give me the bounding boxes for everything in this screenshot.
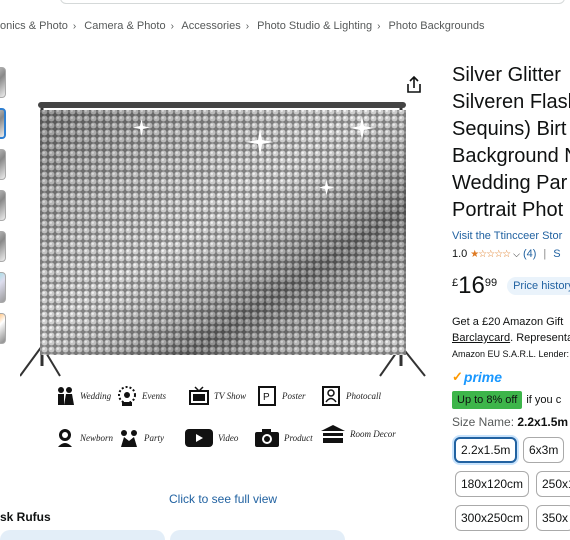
rating-count-link[interactable]: (4) [523,248,536,260]
chevron-right-icon: › [377,21,381,32]
usage-item: Party [118,427,164,449]
price-fraction: 99 [484,277,498,289]
chevron-right-icon: › [170,21,174,32]
store-link[interactable]: Visit the Ttincceer Stor [452,230,570,242]
breadcrumb-item[interactable]: Camera & Photo [84,20,165,32]
chevron-right-icon: › [72,21,77,32]
usage-item: Video [184,427,238,449]
divider: | [543,248,547,260]
product-main-image[interactable] [20,66,430,381]
price-row: £ 16 99 Price history [452,274,570,298]
usage-item: Room Decor [320,423,396,445]
see-full-view-link[interactable]: Click to see full view [169,492,277,506]
thumbnail[interactable] [0,67,6,98]
size-option[interactable]: 350x [536,505,570,531]
star-rating-icon[interactable]: ★☆☆☆☆ [470,249,511,260]
baby-icon [58,429,72,447]
top-search-bar [0,0,570,14]
svg-text:P: P [263,392,270,403]
size-option[interactable]: 6x3m [523,437,565,463]
size-option[interactable]: 250x1 [536,471,570,497]
usage-item: P Poster [256,385,306,407]
barclaycard-offer: Barclaycard. Representa [452,332,570,344]
rufus-suggestions [0,530,350,540]
thumbnail-strip [0,67,6,354]
rating-value: 1.0 [452,248,468,260]
share-icon[interactable] [403,74,425,96]
suggestion-chip[interactable] [170,530,345,540]
photocall-icon [322,386,340,406]
thumbnail[interactable] [0,190,6,221]
thumbnail[interactable] [0,272,6,303]
thumbnail[interactable] [0,149,6,180]
size-name-label: Size Name: 2.2x1.5m [452,415,569,429]
usage-item: Product [254,427,313,449]
ask-rufus-heading: sk Rufus [0,510,51,524]
thumbnail-selected[interactable] [0,108,6,139]
fireworks-icon [118,386,136,406]
room-icon [321,425,345,443]
size-options: 2.2x1.5m 6x3m 180x120cm 250x1 300x250cm … [452,435,570,540]
thumbnail[interactable] [0,231,6,262]
product-title: Silver Glitter Silveren Flash Sequins) B… [452,64,570,221]
selected-size: 2.2x1.5m [517,415,569,429]
thumbnail[interactable] [0,313,6,344]
usage-item: Newborn [54,427,113,449]
breadcrumb: onics & Photo › Camera & Photo › Accessori… [0,20,485,38]
prime-badge: ✓ prime [452,369,503,385]
camera-icon [255,429,279,447]
search-field-edge[interactable] [60,0,565,4]
size-option-selected[interactable]: 2.2x1.5m [454,437,518,463]
tv-icon [189,386,209,405]
usage-item: Wedding [54,385,111,407]
prime-check-icon: ✓ [452,369,463,384]
usage-item: Events [116,385,166,407]
price-history-button[interactable]: Price history [507,277,570,295]
price-whole: 16 [458,272,485,299]
poster-icon: P [258,386,276,406]
lender-note: Amazon EU S.A.R.L. Lender: [452,349,570,359]
size-option[interactable]: 300x250cm [455,505,530,531]
size-option[interactable]: 180x120cm [455,471,530,497]
party-icon [121,430,137,447]
chevron-right-icon: › [245,21,250,32]
deal-badge: Up to 8% off [452,391,523,409]
rating-row: 1.0 ★☆☆☆☆ ⌵ (4) | S [452,248,570,260]
couple-icon [58,387,74,405]
breadcrumb-item[interactable]: Photo Studio & Lighting [257,20,372,32]
chevron-down-icon[interactable]: ⌵ [513,249,520,260]
usage-item: Photocall [320,385,381,407]
breadcrumb-item[interactable]: Accessories [181,20,240,32]
product-info: Silver Glitter Silveren Flash Sequins) B… [452,62,570,540]
suggestion-chip[interactable] [0,530,165,540]
breadcrumb-item[interactable]: Photo Backgrounds [389,20,485,32]
barclaycard-link[interactable]: Barclaycard [452,332,510,344]
video-play-icon [185,429,213,447]
breadcrumb-item[interactable]: onics & Photo [0,20,68,32]
deal-row: Up to 8% off if you c [452,391,570,409]
search-page-link[interactable]: S [553,248,560,260]
usage-item: TV Show [188,385,246,407]
gift-card-offer: Get a £20 Amazon Gift [452,316,564,328]
usage-icons: Wedding Events TV Show P Poster Photocal… [54,385,414,460]
